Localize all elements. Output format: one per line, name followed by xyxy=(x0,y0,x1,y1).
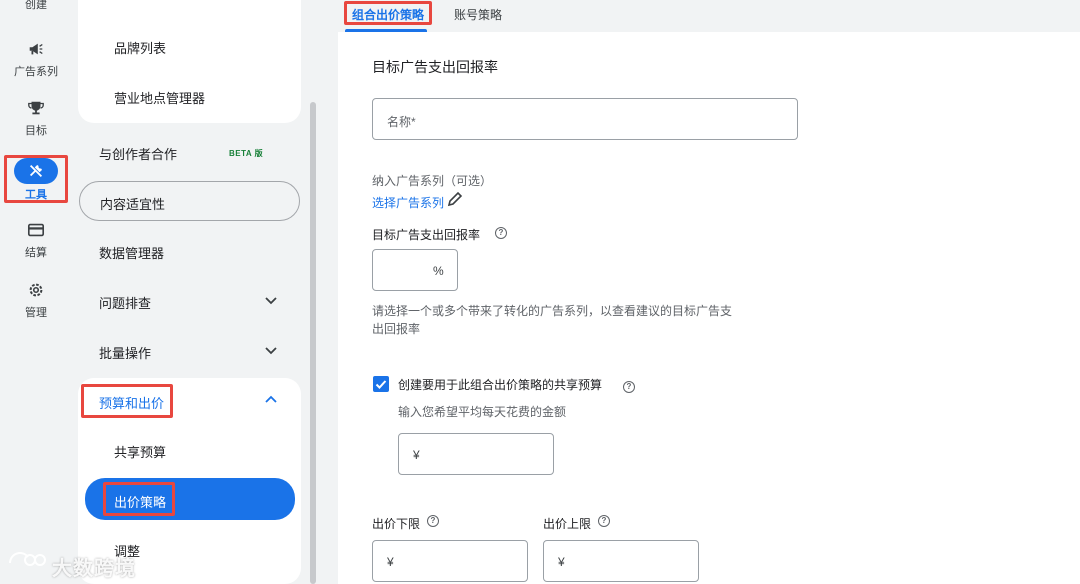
rail-goals-label: 目标 xyxy=(25,125,47,137)
nav-troubleshooting[interactable]: 问题排查 xyxy=(99,293,151,312)
rail-admin-label: 管理 xyxy=(25,307,47,319)
avg-spend-hint: 输入您希望平均每天花费的金额 xyxy=(398,405,567,419)
gear-icon xyxy=(24,281,48,301)
nav-location-manager[interactable]: 营业地点管理器 xyxy=(114,88,205,107)
left-rail: 创建 广告系列 目标 工具 结算 管理 xyxy=(0,0,72,584)
rail-goals[interactable]: 目标 xyxy=(0,99,72,138)
roas-hint: 请选择一个或多个带来了转化的广告系列，以查看建议的目标广告支出回报率 xyxy=(372,304,733,336)
rail-tools-label: 工具 xyxy=(25,189,47,201)
chevron-up-icon[interactable] xyxy=(264,393,278,407)
help-icon[interactable]: ? xyxy=(598,515,610,527)
name-placeholder: 名称* xyxy=(387,115,416,129)
beta-badge: BETA 版 xyxy=(229,149,264,158)
nav-content-suitability-label: 内容适宜性 xyxy=(100,197,166,212)
rail-campaigns-label: 广告系列 xyxy=(14,66,58,78)
nav-bulk-actions[interactable]: 批量操作 xyxy=(99,343,151,362)
bid-ceiling-input[interactable]: ¥ xyxy=(543,540,699,582)
rail-admin[interactable]: 管理 xyxy=(0,281,72,320)
nav-scrollbar[interactable] xyxy=(310,102,316,584)
nav-top-card: 品牌列表 营业地点管理器 xyxy=(78,0,301,123)
nav-brand-list[interactable]: 品牌列表 xyxy=(114,38,166,57)
daily-budget-input[interactable]: ¥ xyxy=(398,433,554,475)
percent-suffix: % xyxy=(433,264,444,278)
tools-icon xyxy=(14,158,58,184)
credit-card-icon xyxy=(24,221,48,241)
chevron-down-icon[interactable] xyxy=(264,343,278,357)
nav-creators[interactable]: 与创作者合作 xyxy=(99,144,177,163)
bid-ceiling-label: 出价上限 xyxy=(543,517,592,531)
megaphone-icon xyxy=(24,40,48,60)
rail-create-label: 创建 xyxy=(25,0,47,11)
rail-create[interactable]: 创建 xyxy=(0,0,72,12)
shared-budget-checkbox[interactable] xyxy=(373,376,389,392)
rail-billing[interactable]: 结算 xyxy=(0,221,72,260)
trophy-icon xyxy=(24,99,48,119)
edit-pencil-icon[interactable] xyxy=(446,190,464,208)
help-icon[interactable]: ? xyxy=(623,381,635,393)
nav-bid-strategies-label: 出价策略 xyxy=(114,495,167,510)
rail-billing-label: 结算 xyxy=(25,247,47,259)
form-heading: 目标广告支出回报率 xyxy=(372,59,498,75)
nav-budgets-bidding[interactable]: 预算和出价 xyxy=(99,393,164,412)
rail-campaigns[interactable]: 广告系列 xyxy=(0,40,72,79)
watermark-text: 大数跨境 xyxy=(52,558,136,580)
currency-symbol: ¥ xyxy=(413,448,420,462)
currency-symbol: ¥ xyxy=(558,555,565,569)
bid-floor-label: 出价下限 xyxy=(372,517,421,531)
tab-account-strategies[interactable]: 账号策略 xyxy=(454,6,502,23)
currency-symbol: ¥ xyxy=(387,555,394,569)
target-roas-label: 目标广告支出回报率 xyxy=(372,228,481,242)
name-input[interactable]: 名称* xyxy=(372,98,798,140)
help-icon[interactable]: ? xyxy=(495,227,507,239)
select-campaigns-link[interactable]: 选择广告系列 xyxy=(372,194,444,211)
help-icon[interactable]: ? xyxy=(427,515,439,527)
nav-content-suitability[interactable]: 内容适宜性 xyxy=(79,181,300,221)
target-roas-input[interactable]: % xyxy=(372,249,458,291)
rail-tools[interactable]: 工具 xyxy=(0,158,72,202)
check-icon xyxy=(375,380,387,389)
include-campaigns-label: 纳入广告系列（可选） xyxy=(372,174,493,188)
watermark-logo-icon xyxy=(9,552,46,566)
tab-portfolio-strategies[interactable]: 组合出价策略 xyxy=(352,6,424,23)
nav-bid-strategies[interactable]: 出价策略 xyxy=(85,478,295,520)
nav-shared-budgets[interactable]: 共享预算 xyxy=(114,442,166,461)
main-area: 组合出价策略 账号策略 目标广告支出回报率 名称* 纳入广告系列（可选） 选择广… xyxy=(318,0,1080,584)
tab-bar: 组合出价策略 账号策略 xyxy=(318,0,1080,32)
bid-floor-input[interactable]: ¥ xyxy=(372,540,528,582)
nav-data-manager[interactable]: 数据管理器 xyxy=(99,243,164,262)
form-panel: 目标广告支出回报率 名称* 纳入广告系列（可选） 选择广告系列 目标广告支出回报… xyxy=(338,32,1080,584)
shared-budget-label: 创建要用于此组合出价策略的共享预算 xyxy=(398,378,603,392)
chevron-down-icon[interactable] xyxy=(264,293,278,307)
